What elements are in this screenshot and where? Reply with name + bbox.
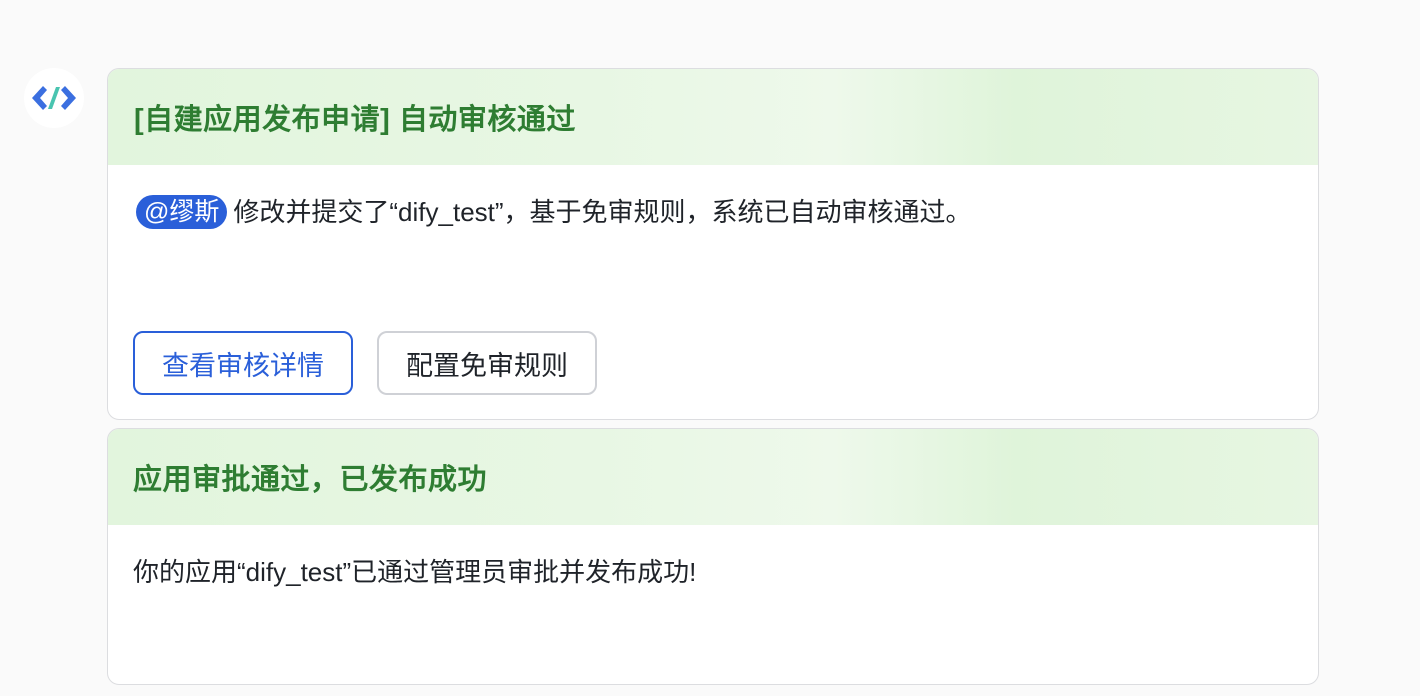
card-body: 你的应用“dify_test”已通过管理员审批并发布成功!	[108, 525, 1318, 595]
auto-approval-card: [自建应用发布申请] 自动审核通过 @缪斯 修改并提交了“dify_test”，基…	[107, 68, 1319, 420]
card-header: 应用审批通过，已发布成功	[108, 429, 1318, 525]
code-brackets-icon	[29, 83, 79, 113]
bot-avatar[interactable]	[24, 68, 84, 128]
card-header: [自建应用发布申请] 自动审核通过	[108, 69, 1318, 165]
card-message: 修改并提交了“dify_test”，基于免审规则，系统已自动审核通过。	[233, 197, 972, 227]
card-body: @缪斯 修改并提交了“dify_test”，基于免审规则，系统已自动审核通过。	[108, 165, 1318, 235]
card-message: 你的应用“dify_test”已通过管理员审批并发布成功!	[133, 557, 697, 587]
configure-exemption-rules-button[interactable]: 配置免审规则	[377, 331, 597, 395]
publish-success-card: 应用审批通过，已发布成功 你的应用“dify_test”已通过管理员审批并发布成…	[107, 428, 1319, 685]
card-title: [自建应用发布申请] 自动审核通过	[134, 104, 576, 136]
user-mention[interactable]: @缪斯	[136, 195, 228, 229]
card-actions: 查看审核详情 配置免审规则	[133, 331, 597, 395]
card-title: 应用审批通过，已发布成功	[133, 464, 488, 496]
view-review-details-button[interactable]: 查看审核详情	[133, 331, 353, 395]
chat-page: [自建应用发布申请] 自动审核通过 @缪斯 修改并提交了“dify_test”，基…	[0, 0, 1420, 696]
